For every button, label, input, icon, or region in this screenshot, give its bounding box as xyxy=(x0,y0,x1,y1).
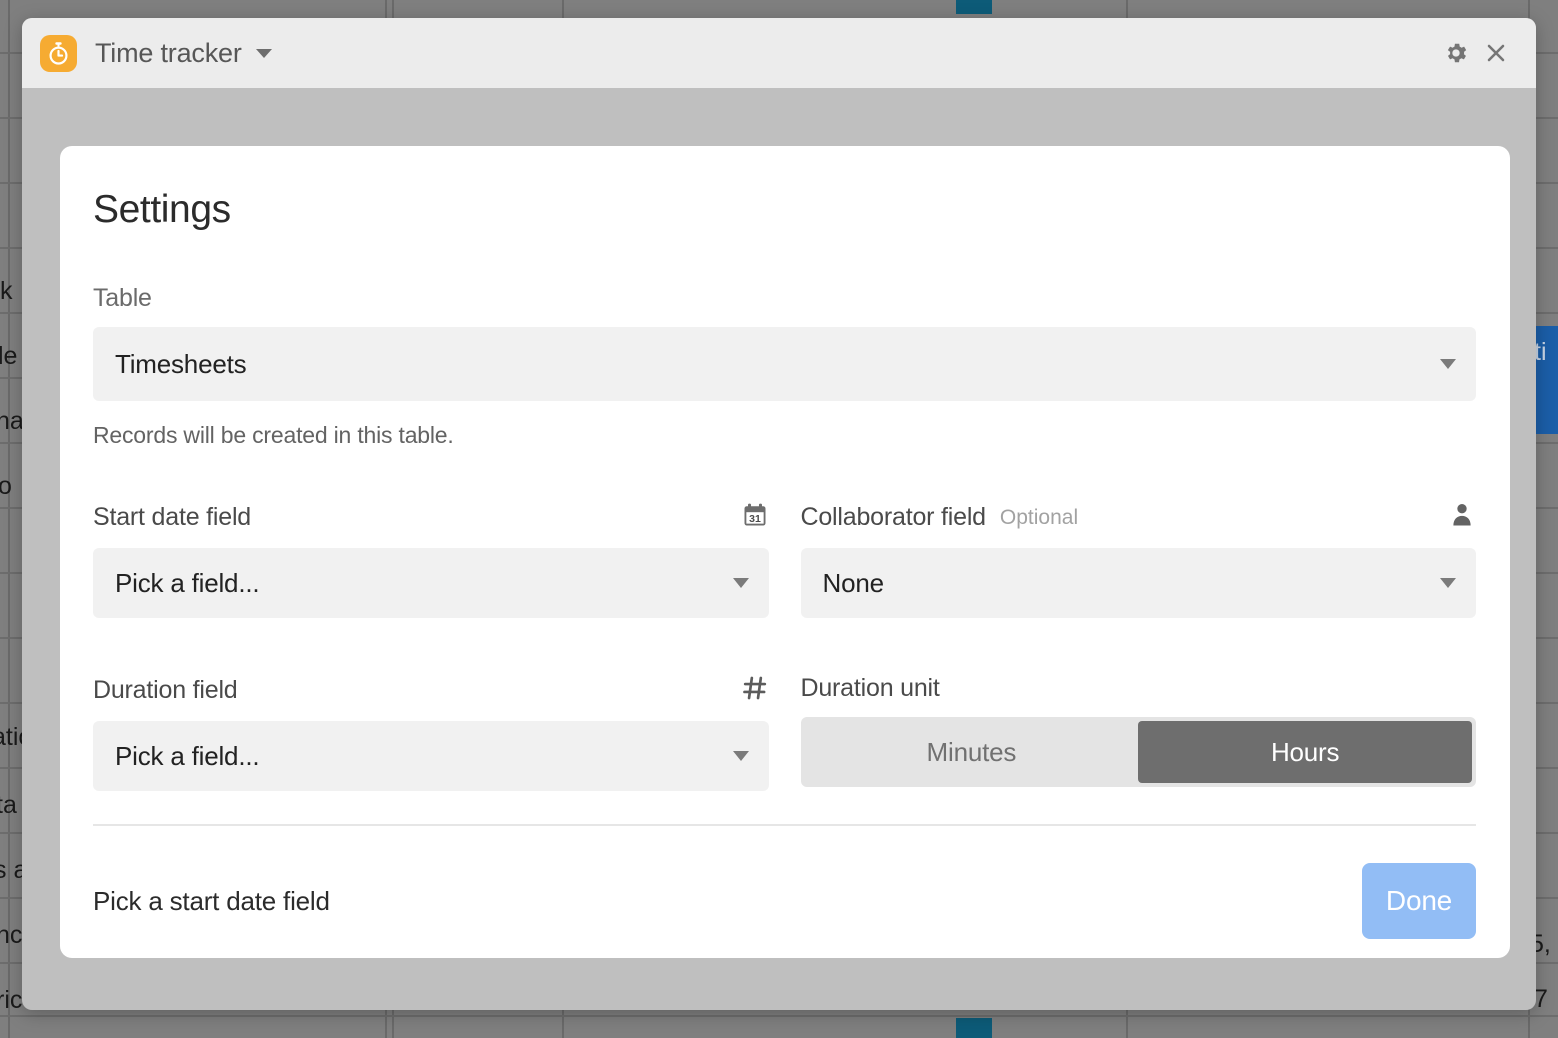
chevron-down-icon xyxy=(1440,578,1456,588)
grid-selected-cell-top xyxy=(956,0,992,14)
grid-cell-text: o xyxy=(0,472,12,500)
svg-text:31: 31 xyxy=(749,513,761,525)
duration-unit-option-hours[interactable]: Hours xyxy=(1138,721,1472,783)
start-date-field-label: Start date field xyxy=(93,503,252,531)
person-icon xyxy=(1448,501,1476,534)
grid-row-line xyxy=(0,1015,1558,1017)
calendar-icon: 31 xyxy=(741,501,769,534)
grid-selected-cell-bottom xyxy=(956,1018,992,1038)
hash-icon xyxy=(741,674,769,707)
start-date-field-value: Pick a field... xyxy=(115,567,260,598)
chevron-down-icon xyxy=(1440,359,1456,369)
duration-field-select[interactable]: Pick a field... xyxy=(93,721,769,791)
page-title: Settings xyxy=(93,188,231,231)
collaborator-field-value: None xyxy=(822,567,885,598)
window-titlebar: Time tracker xyxy=(22,18,1536,88)
collaborator-field-select[interactable]: None xyxy=(800,548,1476,618)
grid-cell-text: 7 xyxy=(1534,985,1548,1013)
footer-divider xyxy=(93,824,1476,826)
grid-cell-text: ric xyxy=(0,986,23,1014)
settings-card: Settings Table Timesheets Records will b… xyxy=(60,146,1510,958)
duration-unit-label-row: Duration unit xyxy=(801,674,1477,703)
done-button[interactable]: Done xyxy=(1362,863,1476,939)
chevron-down-icon[interactable] xyxy=(255,48,272,58)
fields-column-right: Collaborator field Optional None Duratio… xyxy=(800,501,1477,791)
collaborator-field-label-row: Collaborator field Optional xyxy=(801,501,1477,534)
extension-window: Time tracker Settings Table Timesheets R… xyxy=(22,18,1536,1010)
footer-status-message: Pick a start date field xyxy=(93,885,330,916)
table-label: Table xyxy=(93,284,152,312)
grid-cell-text: k xyxy=(0,277,13,305)
fields-grid: Start date field 31 Pick a field... Dura… xyxy=(93,501,1476,791)
stopwatch-icon xyxy=(40,34,77,72)
app-title: Time tracker xyxy=(95,37,242,68)
grid-cell-text: ta xyxy=(0,791,17,819)
start-date-field-label-row: Start date field 31 xyxy=(93,501,769,534)
duration-field-label-row: Duration field xyxy=(93,674,769,707)
table-select-value: Timesheets xyxy=(115,348,247,379)
chevron-down-icon xyxy=(732,751,749,761)
duration-unit-option-minutes[interactable]: Minutes xyxy=(805,721,1139,783)
fields-column-left: Start date field 31 Pick a field... Dura… xyxy=(93,501,769,791)
duration-unit-label: Duration unit xyxy=(800,674,940,702)
grid-cell-text: le xyxy=(0,342,18,370)
duration-unit-segmented-control: Minutes Hours xyxy=(800,717,1476,787)
gear-icon[interactable] xyxy=(1436,33,1476,73)
collaborator-field-optional-tag: Optional xyxy=(999,505,1079,529)
start-date-field-select[interactable]: Pick a field... xyxy=(93,548,769,618)
chevron-down-icon xyxy=(732,578,749,588)
duration-field-value: Pick a field... xyxy=(115,740,260,771)
table-help-text: Records will be created in this table. xyxy=(93,422,454,448)
card-footer: Pick a start date field Done xyxy=(93,846,1476,956)
duration-field-label: Duration field xyxy=(93,676,238,704)
collaborator-field-label: Collaborator field xyxy=(800,503,987,531)
table-select[interactable]: Timesheets xyxy=(93,327,1476,401)
close-icon[interactable] xyxy=(1476,33,1516,73)
table-label-row: Table xyxy=(93,284,1476,313)
grid-cell-text: nc xyxy=(0,921,23,949)
